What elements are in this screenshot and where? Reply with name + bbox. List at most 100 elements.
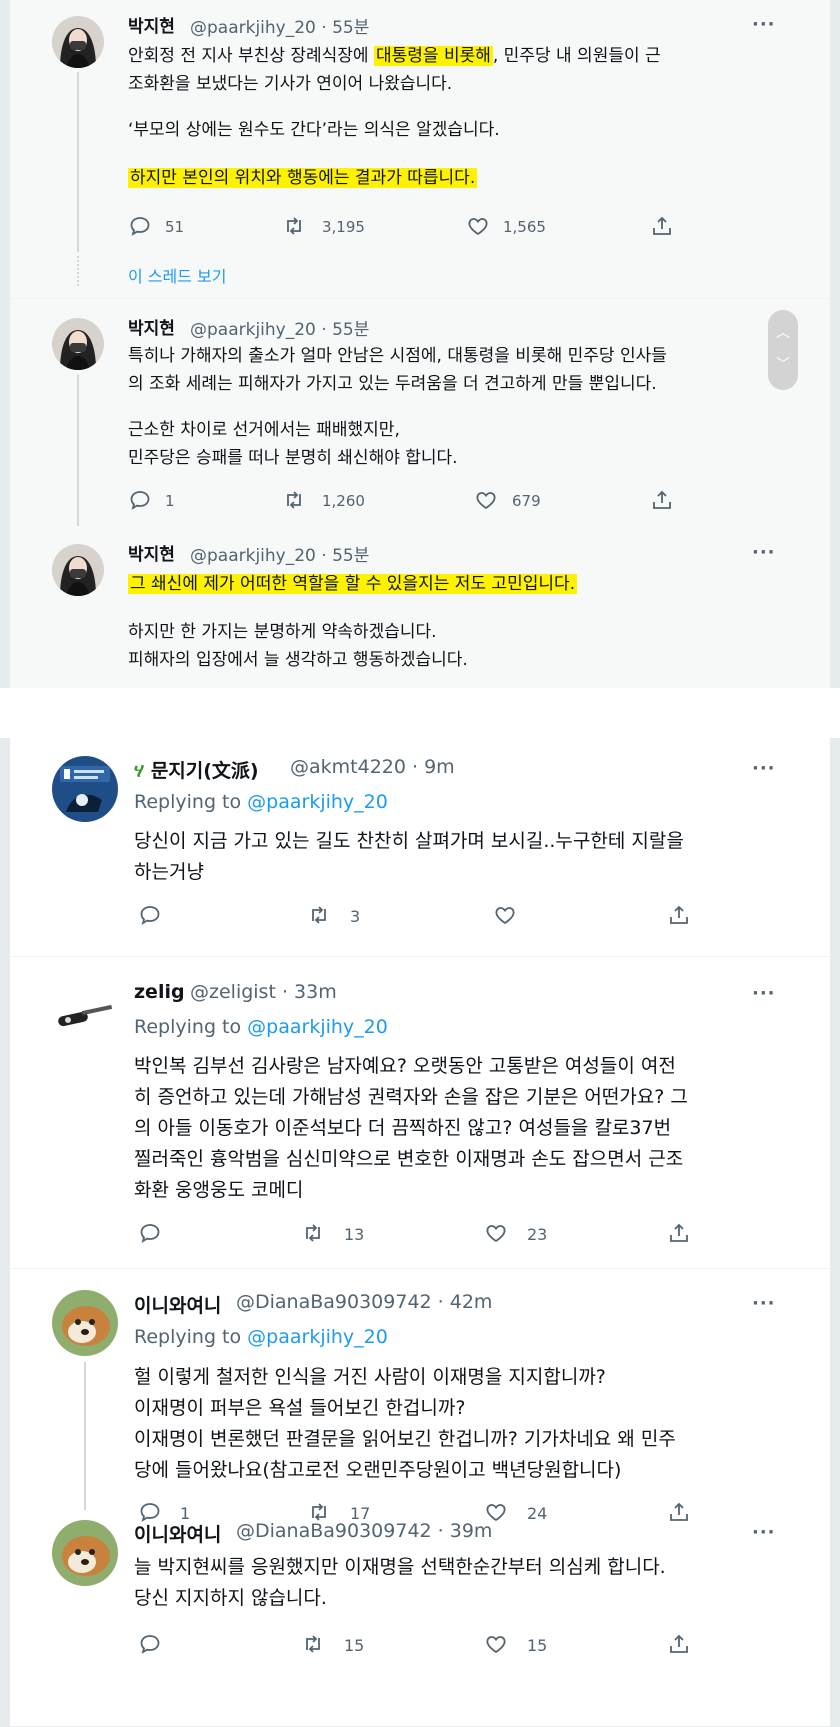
author-name[interactable]: 박지현 [128,12,175,37]
reply-count: 1 [165,492,175,510]
avatar[interactable] [52,980,118,1046]
more-icon[interactable]: ··· [752,14,776,35]
reply-icon[interactable] [138,1221,162,1245]
avatar[interactable] [52,756,118,822]
heart-icon[interactable] [466,214,490,238]
tweet-text: 특히나 가해자의 출소가 얼마 안남은 시점에, 대통령을 비롯해 민주당 인사… [128,342,667,398]
share-icon[interactable] [667,1632,691,1656]
retweet-icon[interactable] [282,488,306,512]
highlighted-text: 하지만 본인의 위치와 행동에는 결과가 따릅니다. [128,168,478,188]
replying-to: Replying to @paarkjihy_20 [134,1016,388,1038]
panel-edge [0,738,10,1727]
highlighted-text: 그 쇄신에 제가 어떠한 역할을 할 수 있을지는 저도 고민입니다. [128,574,578,594]
author-handle-time[interactable]: @paarkjihy_20 · 55분 [190,315,369,340]
text-span: 조화환을 보냈다는 기사가 연이어 나왔습니다. [128,74,453,94]
avatar[interactable] [52,544,104,596]
author-name[interactable]: zelig [134,981,185,1003]
replying-to-handle[interactable]: @paarkjihy_20 [247,1326,388,1348]
chevron-down-icon[interactable]: ﹀ [768,354,798,374]
reply-line: 하는거냥 [134,861,204,883]
reply-text: 당신이 지금 가고 있는 길도 찬찬히 살펴가며 보시길..누구한테 지랄을 하… [134,826,684,888]
author-name[interactable]: 이니와여니 [134,1520,221,1547]
tweet-line: 의 조화 세례는 피해자가 가지고 있는 두려움을 더 견고하게 만들 뿐입니다… [128,370,667,398]
reply-text: 헐 이렇게 철저한 인식을 거진 사람이 이재명을 지지합니까? 이재명이 퍼부… [134,1362,676,1486]
author-name[interactable]: 박지현 [128,314,175,339]
chevron-up-icon[interactable]: ︿ [768,322,798,342]
text-span: 근소한 차이로 선거에서는 패배했지만, [128,420,400,440]
divider [10,956,830,957]
text-span: 의 조화 세례는 피해자가 가지고 있는 두려움을 더 견고하게 만들 뿐입니다… [128,374,657,394]
reply-line: 의 아들 이동호가 이준석보다 더 끔찍하진 않고? 여성들을 칼로37번 [134,1117,672,1139]
more-icon[interactable]: ··· [752,758,776,779]
thread-line [77,72,79,252]
tweet-text: 하지만 본인의 위치와 행동에는 결과가 따릅니다. [128,164,478,192]
reply-line: 화환 웅앵웅도 코메디 [134,1179,304,1201]
more-icon[interactable]: ··· [752,1522,776,1543]
author-handle-time[interactable]: @akmt4220 · 9m [290,756,455,778]
like-count: 679 [512,492,541,510]
more-icon[interactable]: ··· [752,1293,776,1314]
replying-to-handle[interactable]: @paarkjihy_20 [247,791,388,813]
tweet-text: 근소한 차이로 선거에서는 패배했지만, 민주당은 승패를 떠나 분명히 쇄신해… [128,416,458,472]
author-handle-time[interactable]: @DianaBa90309742 · 42m [236,1291,492,1313]
share-icon[interactable] [650,214,674,238]
more-icon[interactable]: ··· [752,542,776,563]
retweet-icon[interactable] [301,1221,325,1245]
tweet-text: 안회정 전 지사 부친상 장례식장에 대통령을 비롯해, 민주당 내 의원들이 … [128,42,661,98]
avatar[interactable] [52,1290,118,1356]
tweet-line: 피해자의 입장에서 늘 생각하고 행동하겠습니다. [128,646,468,674]
author-name[interactable]: 박지현 [128,540,175,565]
avatar[interactable] [52,318,104,370]
tweet-line: 그 쇄신에 제가 어떠한 역할을 할 수 있을지는 저도 고민입니다. [128,570,578,598]
reply-line: 당신이 지금 가고 있는 길도 찬찬히 살펴가며 보시길..누구한테 지랄을 [134,830,684,852]
author-name[interactable]: ሃ 문지기(文派) [134,756,259,783]
reply-line: 당신 지지하지 않습니다. [134,1587,327,1609]
reply-line: 늘 박지현씨를 응원했지만 이재명을 선택한순간부터 의심케 합니다. [134,1556,666,1578]
share-icon[interactable] [667,903,691,927]
share-icon[interactable] [667,1221,691,1245]
retweet-icon[interactable] [307,903,331,927]
text-span: 하지만 한 가지는 분명하게 약속하겠습니다. [128,622,437,642]
text-span: ‘부모의 상에는 원수도 간다’라는 의식은 알겠습니다. [128,120,500,140]
author-handle-time[interactable]: @DianaBa90309742 · 39m [236,1520,492,1542]
text-span: 안회정 전 지사 부친상 장례식장에 [128,46,374,66]
text-span: 피해자의 입장에서 늘 생각하고 행동하겠습니다. [128,650,468,670]
replying-to: Replying to @paarkjihy_20 [134,791,388,813]
heart-icon[interactable] [493,903,517,927]
reply-line: 찔러죽인 흉악범을 심신미약으로 변호한 이재명과 손도 잡으면서 근조 [134,1148,684,1170]
avatar[interactable] [52,1520,118,1586]
reply-icon[interactable] [128,488,152,512]
author-name[interactable]: 이니와여니 [134,1291,221,1318]
share-icon[interactable] [667,1500,691,1524]
author-handle-time[interactable]: @zeligist · 33m [190,981,337,1003]
tweet-text: 그 쇄신에 제가 어떠한 역할을 할 수 있을지는 저도 고민입니다. [128,570,578,598]
more-icon[interactable]: ··· [752,983,776,1004]
reply-line: 헐 이렇게 철저한 인식을 거진 사람이 이재명을 지지합니까? [134,1366,606,1388]
author-handle-time[interactable]: @paarkjihy_20 · 55분 [190,13,369,38]
reply-line: 박인복 김부선 김사랑은 남자예요? 오랫동안 고통받은 여성들이 여전 [134,1055,676,1077]
replying-to-handle[interactable]: @paarkjihy_20 [247,1016,388,1038]
show-thread-link[interactable]: 이 스레드 보기 [128,263,227,287]
retweet-icon[interactable] [301,1632,325,1656]
heart-icon[interactable] [484,1632,508,1656]
reply-icon[interactable] [138,1632,162,1656]
avatar[interactable] [52,16,104,68]
sprout-icon: ሃ [134,760,145,782]
author-handle-time[interactable]: @paarkjihy_20 · 55분 [190,541,369,566]
text-span: , 민주당 내 의원들이 근 [492,46,661,66]
text-span: 민주당은 승패를 떠나 분명히 쇄신해야 합니다. [128,448,458,468]
retweet-count: 15 [344,1636,365,1655]
tweet-line: 조화환을 보냈다는 기사가 연이어 나왔습니다. [128,70,661,98]
share-icon[interactable] [650,488,674,512]
retweet-icon[interactable] [282,214,306,238]
reply-icon[interactable] [138,903,162,927]
heart-icon[interactable] [474,488,498,512]
tweet-line: 특히나 가해자의 출소가 얼마 안남은 시점에, 대통령을 비롯해 민주당 인사… [128,342,667,370]
reply-icon[interactable] [128,214,152,238]
thread-gap-dots [77,256,79,286]
like-count: 15 [527,1636,548,1655]
scroll-widget[interactable]: ︿ ﹀ [768,310,798,390]
heart-icon[interactable] [484,1221,508,1245]
tweet-line: 안회정 전 지사 부친상 장례식장에 대통령을 비롯해, 민주당 내 의원들이 … [128,42,661,70]
tweet-line: 하지만 본인의 위치와 행동에는 결과가 따릅니다. [128,164,478,192]
